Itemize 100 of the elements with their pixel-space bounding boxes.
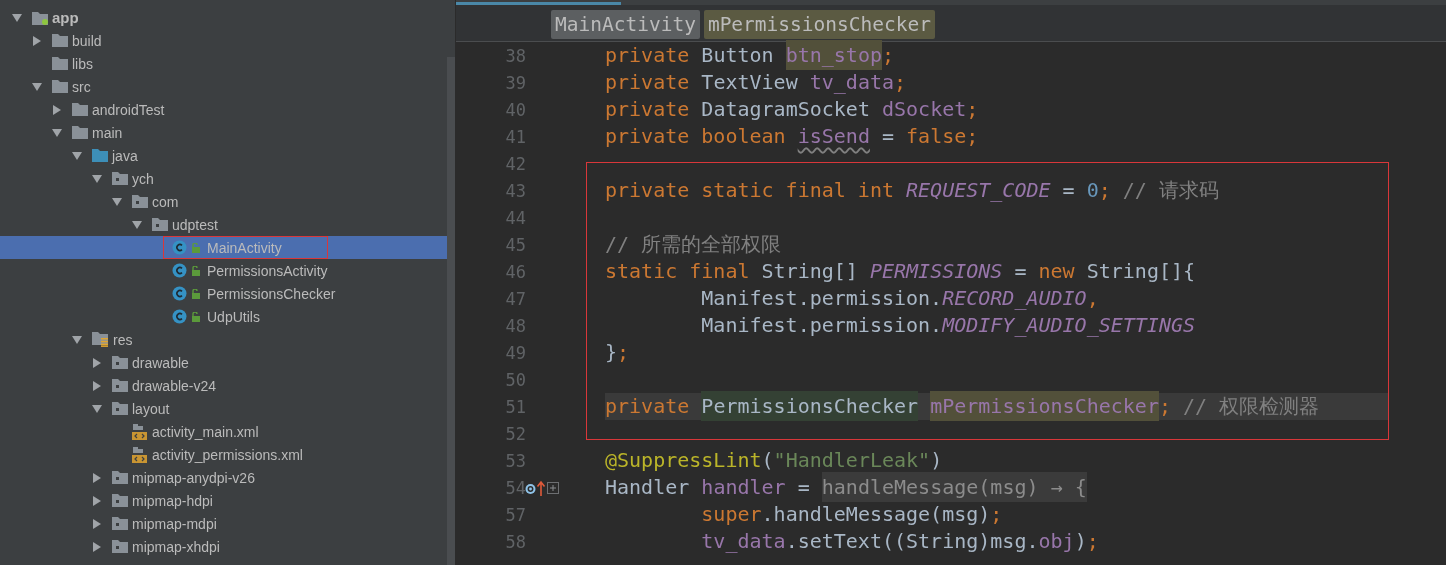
tree-item[interactable]: mipmap-xhdpi — [0, 535, 447, 558]
code-line: private TextView tv_data; — [604, 69, 908, 96]
expand-arrow-icon[interactable] — [92, 380, 102, 391]
class-icon — [172, 309, 187, 324]
collapse-arrow-icon[interactable] — [132, 219, 142, 230]
code-line: Handler handler = handleMessage(msg) → { — [560, 474, 1446, 501]
line-number: 42 — [504, 153, 526, 174]
folder-icon — [72, 103, 88, 116]
folder-icon — [72, 126, 88, 139]
tree-item[interactable]: libs — [0, 52, 447, 75]
lock-icon — [191, 288, 201, 299]
expand-arrow-icon[interactable] — [32, 35, 42, 46]
code-line: super.handleMessage(msg); — [700, 501, 1004, 528]
line-number: 47 — [504, 288, 526, 309]
tree-item[interactable]: mipmap-anydpi-v26 — [0, 466, 447, 489]
line-number: 48 — [504, 315, 526, 336]
class-icon — [172, 263, 187, 278]
line-number: 54 — [504, 477, 526, 498]
tree-item[interactable]: main — [0, 121, 447, 144]
code-line: Manifest.permission.RECORD_AUDIO, — [700, 285, 1100, 312]
expand-arrow-icon[interactable] — [92, 518, 102, 529]
collapse-arrow-icon[interactable] — [112, 196, 122, 207]
scrollbar[interactable] — [447, 57, 455, 565]
package-folder-icon — [112, 402, 128, 415]
module-folder-icon — [32, 10, 48, 25]
expand-arrow-icon[interactable] — [92, 472, 102, 483]
code-line: private Button btn_stop; — [560, 42, 1446, 69]
tree-item[interactable]: layout — [0, 397, 447, 420]
tree-item[interactable]: PermissionsActivity — [0, 259, 447, 282]
tree-item[interactable]: PermissionsChecker — [0, 282, 447, 305]
tree-item[interactable]: res — [0, 328, 447, 351]
expand-arrow-icon[interactable] — [52, 104, 62, 115]
line-number: 52 — [504, 423, 526, 444]
collapse-arrow-icon[interactable] — [92, 403, 102, 414]
tree-item[interactable]: build — [0, 29, 447, 52]
code-line: private DatagramSocket dSocket; — [604, 96, 980, 123]
tree-item[interactable]: activity_main.xml — [0, 420, 447, 443]
tree-item[interactable]: UdpUtils — [0, 305, 447, 328]
breadcrumb-item[interactable]: mPermissionsChecker — [703, 10, 935, 39]
package-folder-icon — [152, 218, 168, 231]
expand-arrow-icon[interactable] — [92, 495, 102, 506]
tree-item[interactable]: mipmap-mdpi — [0, 512, 447, 535]
code-line: private static final int REQUEST_CODE = 0; // 请求码 — [605, 177, 1220, 204]
tree-item[interactable]: udptest — [0, 213, 447, 236]
breadcrumb-item[interactable]: MainActivity — [551, 10, 700, 39]
tree-item[interactable]: app — [0, 6, 447, 29]
code-line: tv_data.setText((String)msg.obj); — [700, 528, 1100, 555]
line-number: 49 — [504, 342, 526, 363]
tree-item[interactable]: mipmap-hdpi — [0, 489, 447, 512]
expand-icon[interactable] — [547, 481, 559, 494]
tree-item[interactable]: ych — [0, 167, 447, 190]
package-folder-icon — [112, 379, 128, 392]
package-folder-icon — [132, 195, 148, 208]
collapse-arrow-icon[interactable] — [52, 127, 62, 138]
line-number: 53 — [504, 450, 526, 471]
line-number: 50 — [504, 369, 526, 390]
package-folder-icon — [112, 540, 128, 553]
tree-item[interactable]: java — [0, 144, 447, 167]
line-number: 39 — [504, 72, 526, 93]
package-folder-icon — [112, 494, 128, 507]
folder-icon — [52, 34, 68, 47]
lock-icon — [191, 311, 201, 322]
collapse-arrow-icon[interactable] — [72, 334, 82, 345]
code-line: static final String[] PERMISSIONS = new String[]{ — [605, 258, 1197, 285]
line-number: 45 — [504, 234, 526, 255]
line-number: 40 — [504, 99, 526, 120]
tree-item[interactable]: com — [0, 190, 447, 213]
tree-item[interactable]: activity_permissions.xml — [0, 443, 447, 466]
tree-item[interactable]: drawable — [0, 351, 447, 374]
folder-icon — [52, 57, 68, 70]
tree-item[interactable]: src — [0, 75, 447, 98]
line-number: 46 — [504, 261, 526, 282]
code-line: Manifest.permission.MODIFY_AUDIO_SETTINGS — [700, 312, 1197, 339]
tree-item[interactable]: androidTest — [0, 98, 447, 121]
code-line: private boolean isSend = false; — [604, 123, 980, 150]
collapse-arrow-icon[interactable] — [32, 81, 42, 92]
code-line: // 所需的全部权限 — [605, 231, 783, 258]
package-folder-icon — [112, 172, 128, 185]
expand-arrow-icon[interactable] — [92, 541, 102, 552]
line-number: 57 — [504, 504, 526, 525]
tree-item[interactable]: drawable-v24 — [0, 374, 447, 397]
line-number: 38 — [504, 45, 526, 66]
class-icon — [172, 286, 187, 301]
resource-folder-icon — [92, 332, 109, 347]
code-line: @SuppressLint("HandlerLeak") — [604, 447, 944, 474]
xml-file-icon — [132, 423, 148, 440]
lock-icon — [191, 242, 201, 253]
code-line: }; — [605, 339, 631, 366]
expand-arrow-icon[interactable] — [92, 357, 102, 368]
line-number: 43 — [504, 180, 526, 201]
collapse-arrow-icon[interactable] — [92, 173, 102, 184]
folder-icon — [92, 149, 108, 162]
collapse-arrow-icon[interactable] — [72, 150, 82, 161]
package-folder-icon — [112, 517, 128, 530]
line-number: 51 — [504, 396, 526, 417]
collapse-arrow-icon[interactable] — [12, 12, 22, 23]
folder-icon — [52, 80, 68, 93]
line-number: 44 — [504, 207, 526, 228]
package-folder-icon — [112, 356, 128, 369]
line-number: 41 — [504, 126, 526, 147]
